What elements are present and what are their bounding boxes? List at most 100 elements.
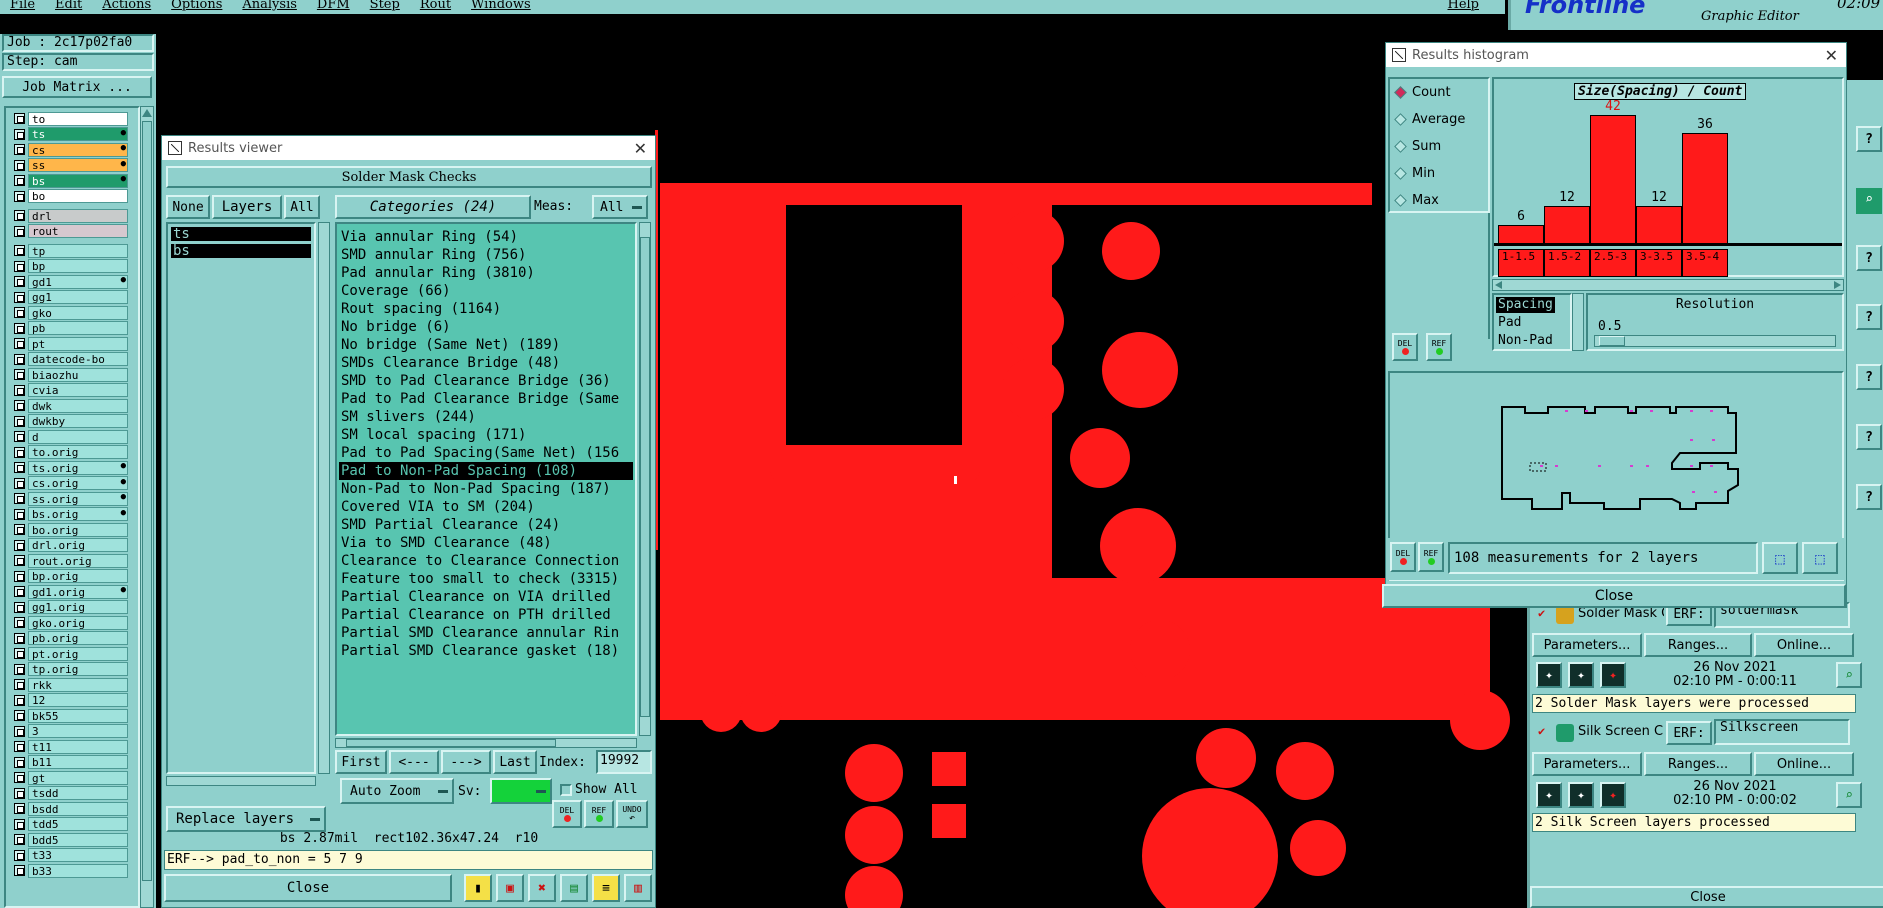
histogram-bar[interactable] (1590, 115, 1636, 243)
layer-row[interactable]: cs.orig ● (14, 476, 128, 491)
side-help-icon[interactable]: ? (1856, 126, 1882, 152)
layer-row[interactable]: pb.orig (14, 631, 128, 646)
layer-checkbox[interactable] (14, 291, 25, 303)
layers-hscrollbar[interactable] (166, 776, 316, 786)
prev-button[interactable]: <--- (389, 750, 439, 774)
layer-checkbox[interactable] (14, 159, 25, 171)
list-item-category[interactable]: SMD to Pad Clearance Bridge (36) (339, 372, 633, 390)
highlight-icon[interactable]: ▮ (464, 874, 492, 902)
list-item-category[interactable]: Covered VIA to SM (204) (339, 498, 633, 516)
option-max[interactable]: Max (1394, 193, 1439, 208)
layer-checkbox[interactable] (14, 307, 25, 318)
layer-checkbox[interactable] (14, 225, 25, 237)
layer-row[interactable]: dwk (14, 398, 128, 413)
scrollbar-thumb[interactable] (640, 237, 650, 717)
bin-label[interactable]: 3-3.5 (1636, 249, 1682, 277)
list-item-category[interactable]: No bridge (6) (339, 318, 633, 336)
layer-row[interactable]: gko (14, 305, 128, 320)
layer-row[interactable]: gd1.orig ● (14, 584, 128, 599)
layer-row[interactable]: 3 (14, 724, 128, 739)
option-min[interactable]: Min (1394, 166, 1435, 181)
list-item-category[interactable]: Clearance to Clearance Connection (339, 552, 633, 570)
layers-listbox[interactable]: ts bs (166, 222, 316, 774)
list-item-category[interactable]: Partial Clearance on VIA drilled (339, 588, 633, 606)
layer-row[interactable]: to (14, 111, 128, 126)
layer-row[interactable]: tp.orig (14, 662, 128, 677)
layer-checkbox[interactable] (14, 539, 25, 551)
menu-edit[interactable]: Edit (45, 0, 92, 14)
close-icon[interactable]: ✕ (1825, 46, 1838, 65)
layer-row[interactable]: ss.orig ● (14, 491, 128, 506)
footer-del-button[interactable]: DEL (1390, 542, 1416, 572)
menu-options[interactable]: Options (161, 0, 232, 14)
list-item-category[interactable]: Pad annular Ring (3810) (339, 264, 633, 282)
replace-layers-dropdown[interactable]: Replace layers (166, 806, 326, 832)
list-item-category[interactable]: Pad to Non-Pad Spacing (108) (339, 462, 633, 480)
side-help-icon[interactable]: ? (1856, 484, 1882, 510)
layer-checkbox[interactable] (14, 787, 25, 799)
layer-checkbox[interactable] (14, 648, 25, 659)
layer-checkbox[interactable] (14, 276, 25, 287)
list-item-layer[interactable]: bs (171, 244, 311, 258)
layer-checkbox[interactable] (14, 245, 25, 256)
scroll-up-arrow[interactable] (142, 109, 152, 117)
layer-row[interactable]: rout (14, 224, 128, 239)
layer-row[interactable]: bo (14, 189, 128, 204)
list-item-category[interactable]: Feature too small to check (3315) (339, 570, 633, 588)
layer-row[interactable]: rkk (14, 677, 128, 692)
layer-checkbox[interactable] (14, 369, 25, 380)
hist-del-button[interactable]: DEL (1392, 333, 1418, 361)
viewer-close-button[interactable]: Close (164, 874, 452, 902)
zoom-to-marks-icon[interactable]: ⬚ (1762, 542, 1798, 574)
first-button[interactable]: First (335, 750, 387, 774)
layer-checkbox[interactable] (14, 128, 25, 140)
menu-file[interactable]: File (0, 0, 45, 14)
job-matrix-button[interactable]: Job Matrix ... (2, 76, 152, 98)
side-zoom-icon[interactable]: ⌕ (1856, 188, 1882, 214)
undo-button[interactable]: UNDO ↶ (616, 800, 648, 828)
menu-dfm[interactable]: DFM (307, 0, 360, 14)
layer-row[interactable]: bp.orig (14, 569, 128, 584)
layer-checkbox[interactable] (14, 384, 25, 396)
histogram-bar[interactable] (1682, 133, 1728, 243)
list-item-category[interactable]: Pad to Pad Clearance Bridge (Same (339, 390, 633, 408)
list-item-category[interactable]: Partial Clearance on PTH drilled (339, 606, 633, 624)
layer-checkbox[interactable] (14, 803, 25, 814)
list-item-category[interactable]: Pad to Pad Spacing(Same Net) (156 (339, 444, 633, 462)
layer-row[interactable]: d (14, 429, 128, 444)
layer-checkbox[interactable] (14, 865, 25, 876)
silk-parameters-button[interactable]: Parameters... (1532, 752, 1642, 776)
layer-row[interactable]: biaozhu (14, 367, 128, 382)
histogram-bar[interactable] (1498, 225, 1544, 243)
layer-row[interactable]: gt (14, 770, 128, 785)
categories-button[interactable]: Categories (24) (335, 195, 531, 219)
histogram-bar[interactable] (1636, 206, 1682, 243)
layer-checkbox[interactable] (14, 175, 25, 186)
histogram-bar[interactable] (1544, 206, 1590, 243)
layer-list-scrollbar[interactable] (140, 106, 154, 908)
layer-checkbox[interactable] (14, 210, 25, 221)
layer-checkbox[interactable] (14, 555, 25, 566)
run-icon[interactable]: ✦ (1568, 662, 1594, 688)
layer-checkbox[interactable] (14, 601, 25, 613)
layer-row[interactable]: gg1 (14, 290, 128, 305)
layer-row[interactable]: t33 (14, 848, 128, 863)
layer-checkbox[interactable] (14, 400, 25, 411)
option-count[interactable]: Count (1394, 85, 1451, 100)
list-item-type[interactable]: Non-Pad (1498, 333, 1553, 349)
solder-online-button[interactable]: Online... (1754, 633, 1854, 657)
histogram-close-button[interactable]: Close (1382, 584, 1846, 608)
list-item-category[interactable]: SMD Partial Clearance (24) (339, 516, 633, 534)
silk-ranges-button[interactable]: Ranges... (1644, 752, 1752, 776)
none-button[interactable]: None (166, 195, 210, 219)
list-item-category[interactable]: SMDs Clearance Bridge (48) (339, 354, 633, 372)
layer-row[interactable]: cs ● (14, 142, 128, 157)
ref-button[interactable]: REF (584, 800, 614, 828)
layer-row[interactable]: 12 (14, 693, 128, 708)
layer-checkbox[interactable] (14, 190, 25, 202)
scroll-left-arrow[interactable] (1495, 281, 1502, 289)
layer-checkbox[interactable] (14, 756, 25, 768)
index-input[interactable]: 19992 (596, 750, 652, 774)
list-item-category[interactable]: Non-Pad to Non-Pad Spacing (187) (339, 480, 633, 498)
histogram-icon[interactable]: ▥ (624, 874, 652, 902)
